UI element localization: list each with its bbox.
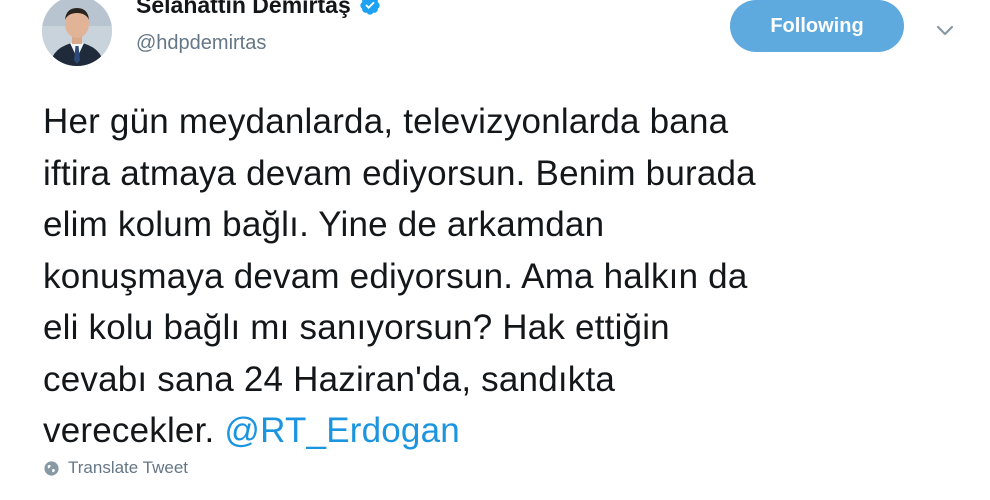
tweet-text-line: cevabı sana 24 Haziran'da, sandıkta [43, 359, 616, 399]
tweet-text-fragment: verecekler. [43, 411, 225, 450]
avatar[interactable] [42, 0, 112, 66]
avatar-image [42, 0, 112, 66]
tweet-text-last-line: verecekler. @RT_Erdogan [43, 405, 958, 457]
verified-badge-icon [359, 0, 381, 16]
translate-tweet-label[interactable]: Translate Tweet [68, 458, 188, 478]
author-handle[interactable]: @hdpdemirtas [136, 32, 266, 55]
translate-tweet-link[interactable]: Translate Tweet [43, 458, 188, 478]
tweet-text-line: Her gün meydanlarda, televizyonlarda ban… [43, 102, 729, 141]
tweet-text-line: konuşmaya devam ediyorsun. Ama halkın da [43, 256, 748, 296]
tweet-text: Her gün meydanlarda, televizyonlarda ban… [43, 96, 958, 457]
tweet-card: Selahattin Demirtaş @hdpdemirtas Followi… [0, 0, 990, 500]
author-name-row[interactable]: Selahattin Demirtaş [136, 0, 381, 19]
mention-link[interactable]: @RT_Erdogan [224, 411, 460, 450]
chevron-down-icon [936, 25, 954, 36]
following-button[interactable]: Following [730, 0, 904, 52]
tweet-text-line: iftira atmaya devam ediyorsun. Benim bur… [43, 153, 756, 193]
more-options-button[interactable] [930, 18, 960, 44]
globe-icon [43, 460, 60, 477]
tweet-text-line: eli kolu bağlı mı sanıyorsun? Hak ettiği… [43, 308, 670, 347]
tweet-text-line: elim kolum bağlı. Yine de arkamdan [43, 205, 605, 244]
author-display-name[interactable]: Selahattin Demirtaş [136, 0, 351, 19]
